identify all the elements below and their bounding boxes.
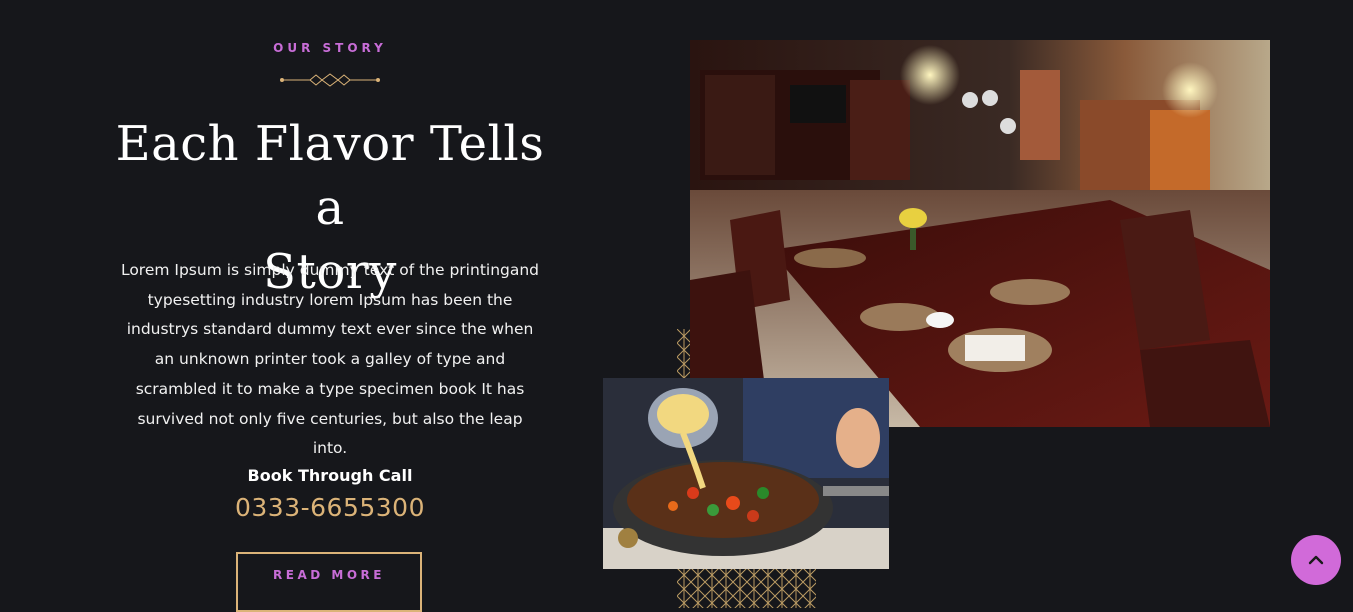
restaurant-interior-photo bbox=[690, 40, 1270, 427]
book-through-call-label: Book Through Call bbox=[247, 466, 413, 485]
ornament-divider-icon bbox=[280, 73, 380, 87]
scroll-to-top-button[interactable] bbox=[1291, 535, 1341, 585]
section-eyebrow: OUR STORY bbox=[273, 41, 387, 55]
chevron-up-icon bbox=[1308, 555, 1324, 565]
phone-number-link[interactable]: 0333-6655300 bbox=[110, 493, 550, 522]
read-more-button[interactable]: READ MORE bbox=[236, 552, 422, 612]
headline-line-1: Each Flavor Tells a bbox=[115, 116, 545, 236]
lattice-pattern-icon bbox=[677, 568, 816, 608]
story-paragraph: Lorem Ipsum is simply dummy text of the … bbox=[120, 261, 540, 458]
stir-fry-noodles-photo bbox=[603, 378, 889, 569]
